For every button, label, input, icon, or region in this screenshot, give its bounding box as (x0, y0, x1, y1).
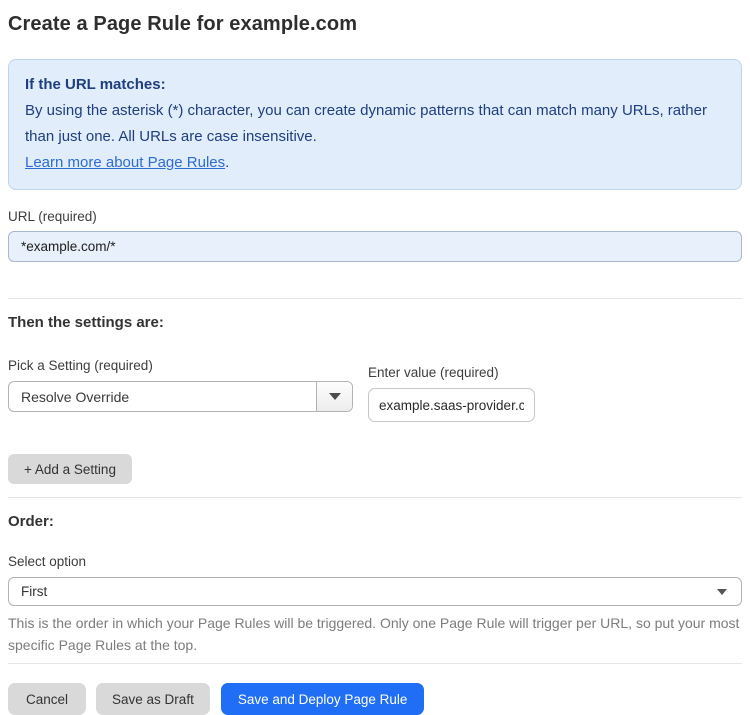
setting-picker-dropdown[interactable]: Resolve Override (8, 381, 353, 412)
divider (8, 663, 742, 664)
setting-picker-column: Pick a Setting (required) Resolve Overri… (8, 358, 353, 412)
setting-value-column: Enter value (required) (368, 358, 535, 422)
order-help-text: This is the order in which your Page Rul… (8, 615, 740, 653)
page-title: Create a Page Rule for example.com (8, 13, 358, 35)
setting-picker-arrow-button[interactable] (316, 382, 352, 411)
footer-button-row: Cancel Save as Draft Save and Deploy Pag… (8, 683, 742, 715)
order-selected-value: First (21, 584, 48, 599)
order-select-label: Select option (8, 554, 87, 569)
chevron-down-icon (717, 588, 727, 595)
learn-more-link[interactable]: Learn more about Page Rules (25, 154, 225, 171)
order-select[interactable]: First (8, 577, 742, 606)
setting-picker-selected-value: Resolve Override (21, 388, 130, 405)
info-box-body: By using the asterisk (*) character, you… (25, 102, 707, 145)
link-period: . (225, 154, 230, 171)
settings-row: Pick a Setting (required) Resolve Overri… (8, 358, 742, 422)
create-page-rule-form: Create a Page Rule for example.com If th… (0, 0, 750, 715)
save-and-deploy-button[interactable]: Save and Deploy Page Rule (220, 683, 425, 715)
url-input[interactable] (8, 231, 742, 262)
url-field-label: URL (required) (8, 209, 97, 224)
add-setting-button[interactable]: + Add a Setting (8, 454, 132, 484)
info-box-link-line: Learn more about Page Rules. (25, 150, 725, 176)
divider (8, 298, 742, 299)
url-matches-info-box: If the URL matches: By using the asteris… (8, 59, 742, 190)
info-box-heading: If the URL matches: (25, 76, 166, 93)
value-field-label: Enter value (required) (368, 365, 499, 380)
chevron-down-icon (328, 393, 341, 400)
setting-value-input[interactable] (368, 388, 535, 422)
setting-picker-label: Pick a Setting (required) (8, 358, 153, 373)
order-section-heading: Order: (8, 513, 54, 530)
settings-section-heading: Then the settings are: (8, 314, 164, 331)
divider (8, 497, 742, 498)
cancel-button[interactable]: Cancel (8, 683, 87, 715)
save-as-draft-button[interactable]: Save as Draft (96, 683, 210, 715)
